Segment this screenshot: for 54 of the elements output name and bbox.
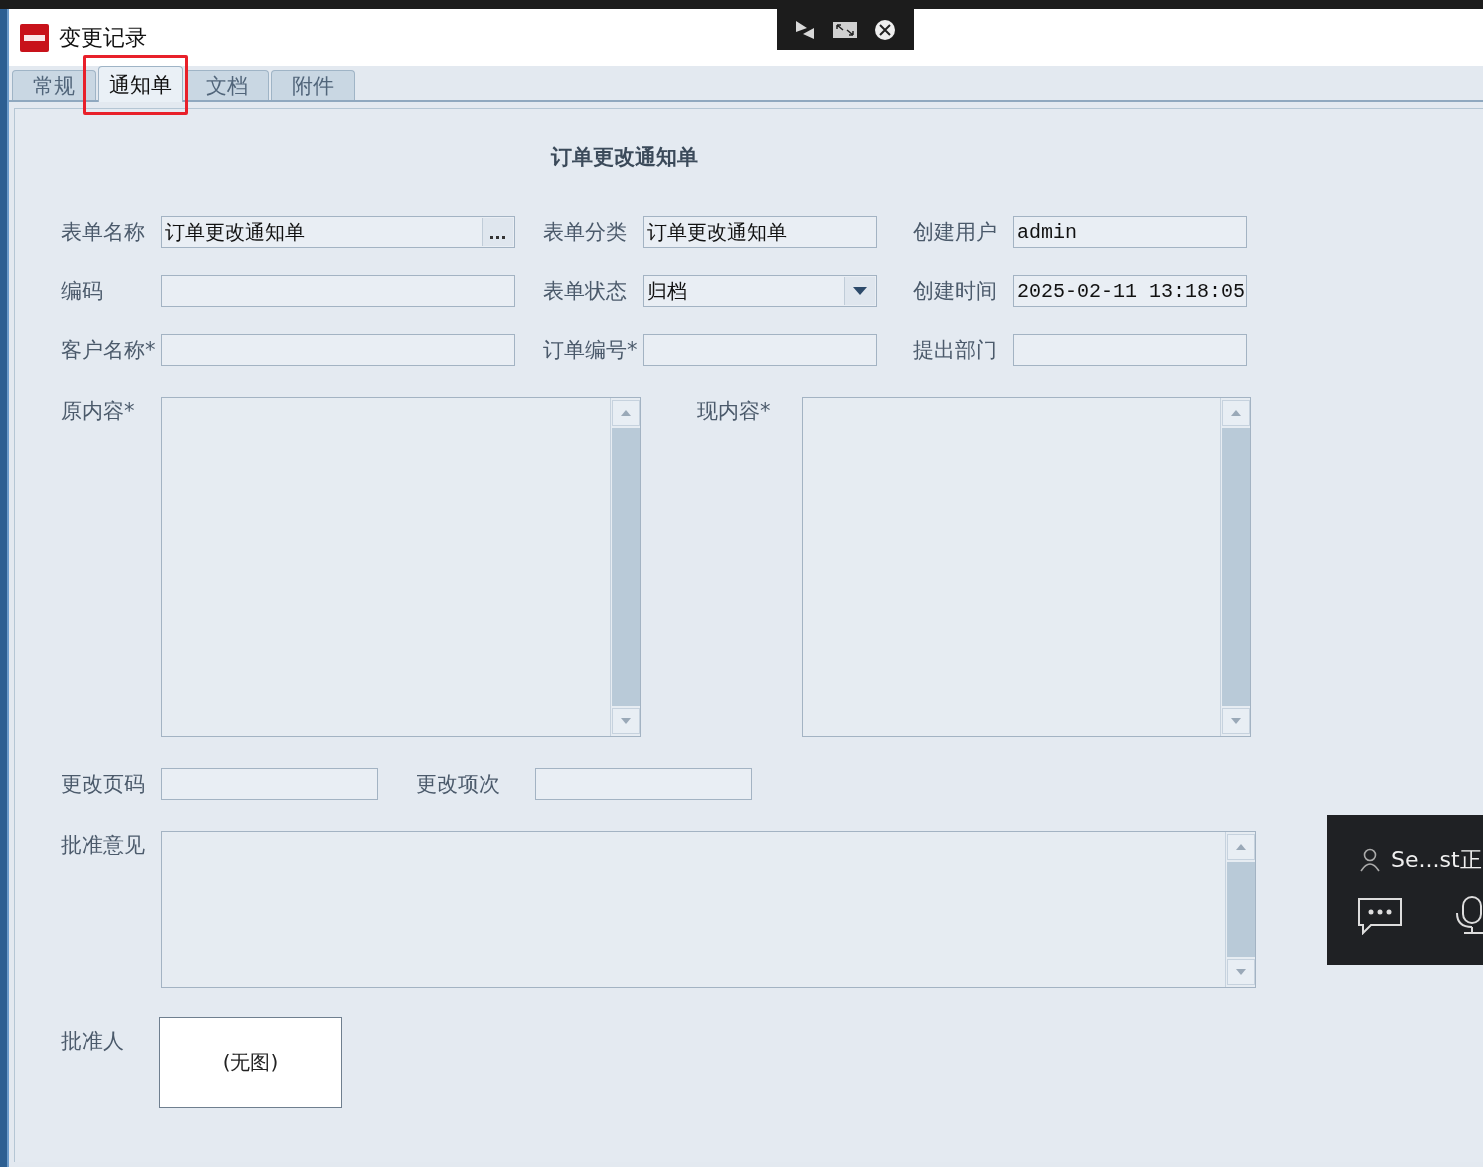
tab[interactable]: 附件 [271,70,355,100]
app-logo-icon [20,23,49,52]
scroll-down-icon[interactable] [620,718,631,724]
scrollbar[interactable] [1225,832,1255,987]
tab[interactable]: 文档 [185,70,269,100]
input-field[interactable] [161,334,515,366]
chat-icon[interactable] [1357,897,1403,935]
field-label: 更改页码 [61,771,146,798]
scrollbar[interactable] [610,398,640,736]
input-field[interactable]: admin [1013,216,1247,248]
input-field[interactable] [643,334,877,366]
input-field[interactable]: 2025-02-11 13:18:05 [1013,275,1247,307]
scroll-down-icon[interactable] [1230,718,1241,724]
form-title: 订单更改通知单 [549,144,699,171]
field-label: 提出部门 [913,337,998,364]
field-label: 创建用户 [913,219,998,246]
scroll-up-icon[interactable] [1230,410,1241,416]
close-icon[interactable] [874,18,897,41]
scroll-up-icon[interactable] [1235,844,1246,850]
scrollbar[interactable] [1220,398,1250,736]
ellipsis-icon[interactable] [489,234,507,240]
signature-image: (无图) [159,1017,342,1108]
input-field[interactable] [535,768,752,800]
field-label: 表单名称 [61,219,146,246]
resize-icon[interactable] [832,21,857,38]
tab[interactable]: 常规 [12,70,96,100]
input-field[interactable]: 订单更改通知单 [161,216,515,248]
field-label: 原内容* [61,398,136,425]
field-label: 表单状态 [543,278,628,305]
tab[interactable]: 通知单 [98,66,183,102]
field-label: 批准人 [61,1028,125,1055]
field-label: 编码 [61,278,104,305]
caret-icon[interactable] [852,286,868,296]
field-label: 订单编号* [543,337,639,364]
text-area[interactable] [161,397,641,737]
input-field[interactable] [161,275,515,307]
scroll-down-icon[interactable] [1235,969,1246,975]
field-label: 创建时间 [913,278,998,305]
input-field[interactable] [1013,334,1247,366]
input-field[interactable]: 订单更改通知单 [643,216,877,248]
field-label: 表单分类 [543,219,628,246]
window-title: 变更记录 [59,23,147,52]
field-label: 现内容* [697,398,772,425]
field-label: 更改项次 [416,771,501,798]
person-icon [1359,848,1381,872]
microphone-icon[interactable] [1454,895,1483,935]
caller-name: Se...st正 [1391,846,1482,874]
input-field[interactable] [161,768,378,800]
dropdown-field[interactable]: 归档 [643,275,877,307]
text-area[interactable] [161,831,1256,988]
field-label: 客户名称* [61,337,157,364]
field-label: 批准意见 [61,832,146,859]
text-area[interactable] [802,397,1251,737]
scroll-up-icon[interactable] [620,410,631,416]
